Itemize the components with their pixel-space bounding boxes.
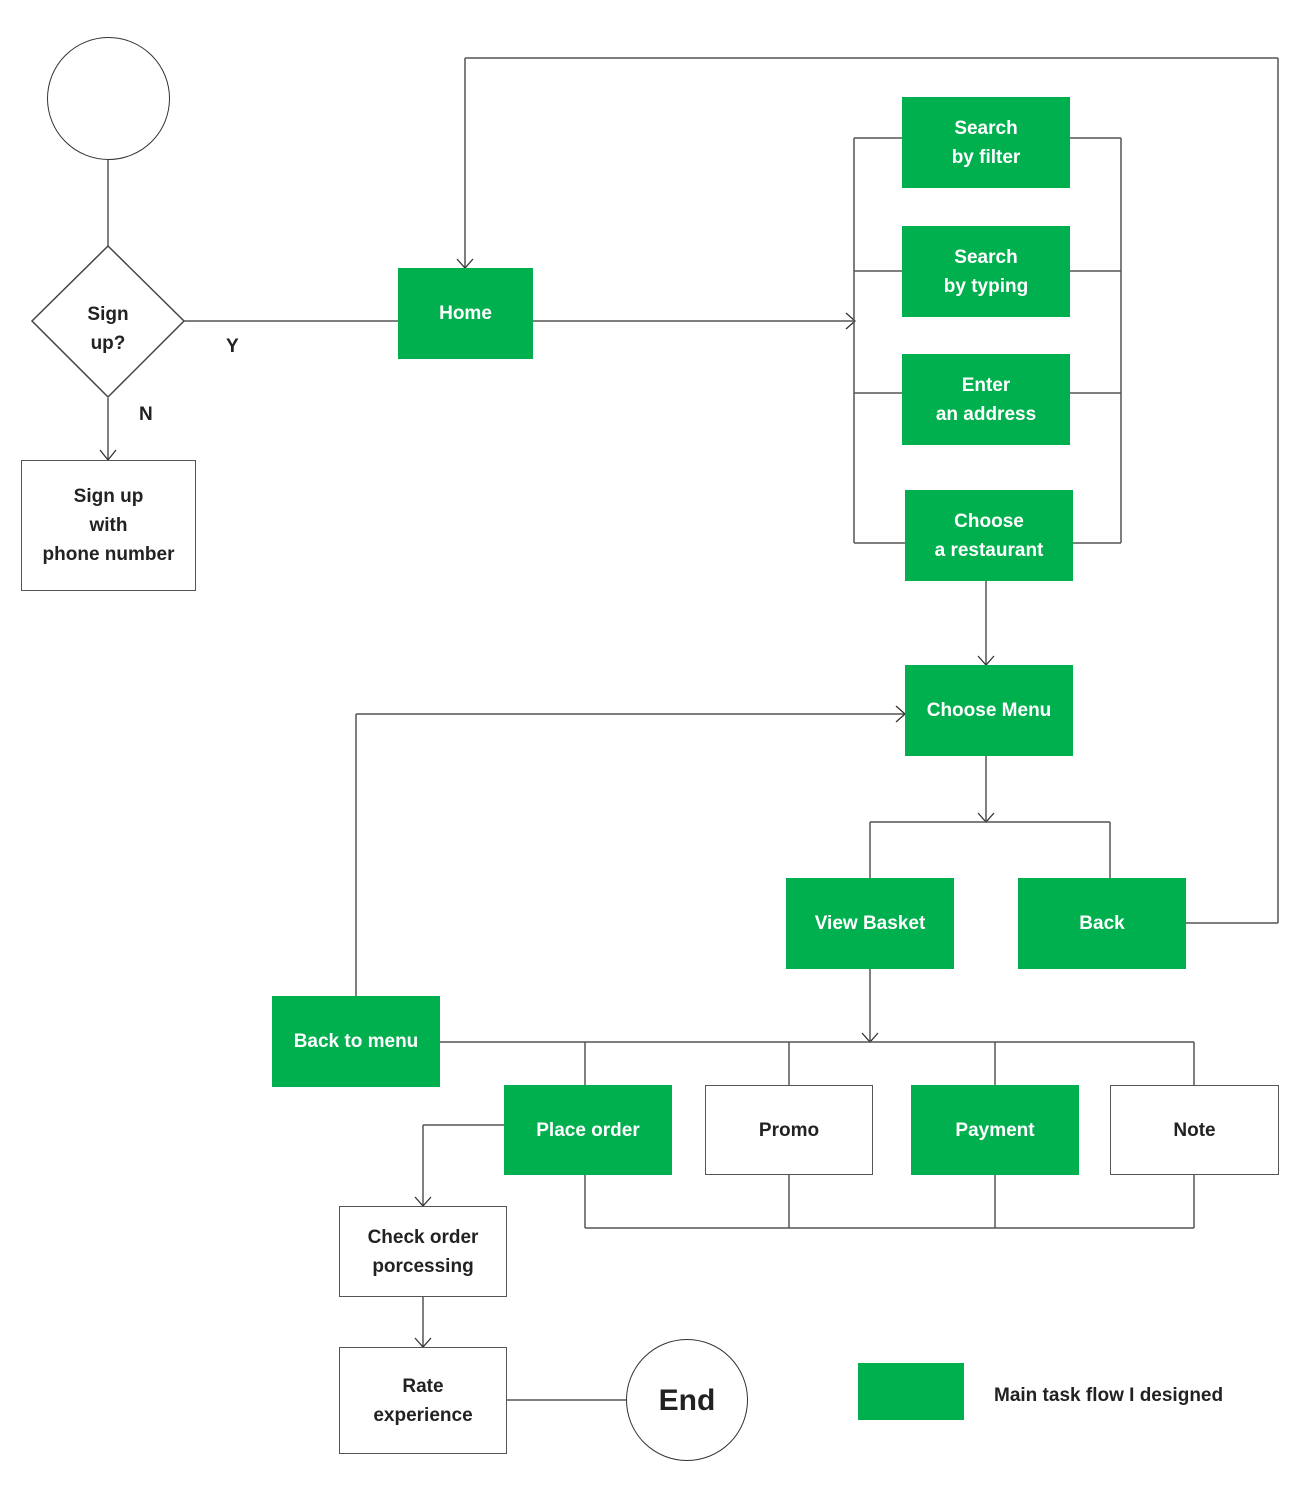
search-typing-node: Search by typing <box>902 226 1070 317</box>
check-order-node: Check order porcessing <box>339 1206 507 1297</box>
enter-address-node: Enter an address <box>902 354 1070 445</box>
promo-node: Promo <box>705 1085 873 1175</box>
signup-phone-node: Sign up with phone number <box>21 460 196 591</box>
payment-node: Payment <box>911 1085 1079 1175</box>
back-to-menu-node: Back to menu <box>272 996 440 1087</box>
note-node: Note <box>1110 1085 1279 1175</box>
rate-experience-node: Rate experience <box>339 1347 507 1454</box>
search-filter-node: Search by filter <box>902 97 1070 188</box>
view-basket-node: View Basket <box>786 878 954 969</box>
no-label: N <box>139 404 153 425</box>
choose-menu-node: Choose Menu <box>905 665 1073 756</box>
end-node: End <box>626 1339 748 1461</box>
decision-label: Sign up? <box>87 304 129 354</box>
choose-restaurant-node: Choose a restaurant <box>905 490 1073 581</box>
back-node: Back <box>1018 878 1186 969</box>
home-node: Home <box>398 268 533 359</box>
connector-layer <box>30 57 1279 1401</box>
start-node <box>47 37 170 160</box>
legend-swatch <box>858 1363 964 1420</box>
yes-label: Y <box>226 336 239 357</box>
legend-label: Main task flow I designed <box>994 1385 1224 1406</box>
place-order-node: Place order <box>504 1085 672 1175</box>
